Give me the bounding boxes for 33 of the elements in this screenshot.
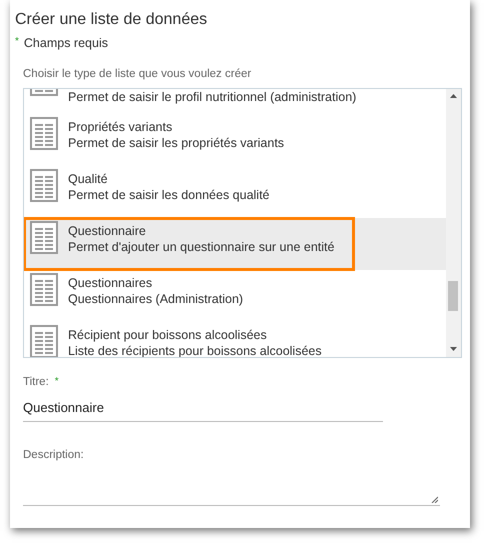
option-title: Questionnaires (68, 275, 154, 291)
resize-grip-icon[interactable] (431, 496, 438, 503)
list-option[interactable]: Permet de saisir le profil nutritionnel (administration) (24, 89, 446, 114)
list-option[interactable]: Propriétés variants Permet de saisir les propriétés variants (24, 114, 446, 166)
dialog-title: Créer une liste de données (15, 10, 208, 30)
list-option[interactable]: Questionnaires Questionnaires (Administration) (24, 270, 446, 322)
option-title: Récipient pour boissons alcoolisées (68, 327, 268, 343)
required-mark: * (54, 376, 59, 388)
option-title: Questionnaire (68, 223, 147, 239)
list-icon (30, 325, 58, 357)
title-input[interactable]: Questionnaire (23, 400, 383, 422)
option-description: Permet de saisir les propriétés variants (68, 135, 284, 151)
list-type-label: Choisir le type de liste que vous voulez créer (23, 68, 252, 80)
option-description: Permet de saisir les données qualité (68, 187, 270, 203)
required-mark: * (15, 36, 19, 47)
list-option[interactable]: Qualité Permet de saisir les données qualité (24, 166, 446, 218)
scroll-down-icon[interactable] (450, 347, 457, 351)
list-option[interactable]: Questionnaire Permet d'ajouter un questionnaire sur une entité (24, 218, 446, 270)
option-description: Questionnaires (Administration) (68, 291, 244, 307)
scroll-thumb[interactable] (448, 281, 458, 311)
list-icon (30, 117, 58, 150)
list-icon (30, 273, 58, 306)
title-label: Titre: (23, 376, 49, 388)
option-title: Propriétés variants (68, 119, 174, 135)
list-icon (30, 221, 58, 254)
option-description: Permet de saisir le profil nutritionnel (administration) (68, 89, 356, 105)
scroll-up-icon[interactable] (450, 94, 457, 98)
required-note: Champs requis (24, 36, 108, 50)
description-label: Description: (23, 449, 84, 461)
scrollbar[interactable] (446, 89, 461, 357)
list-icon (30, 169, 58, 202)
option-description: Permet d'ajouter un questionnaire sur une entité (68, 239, 334, 255)
option-title: Qualité (68, 171, 109, 187)
